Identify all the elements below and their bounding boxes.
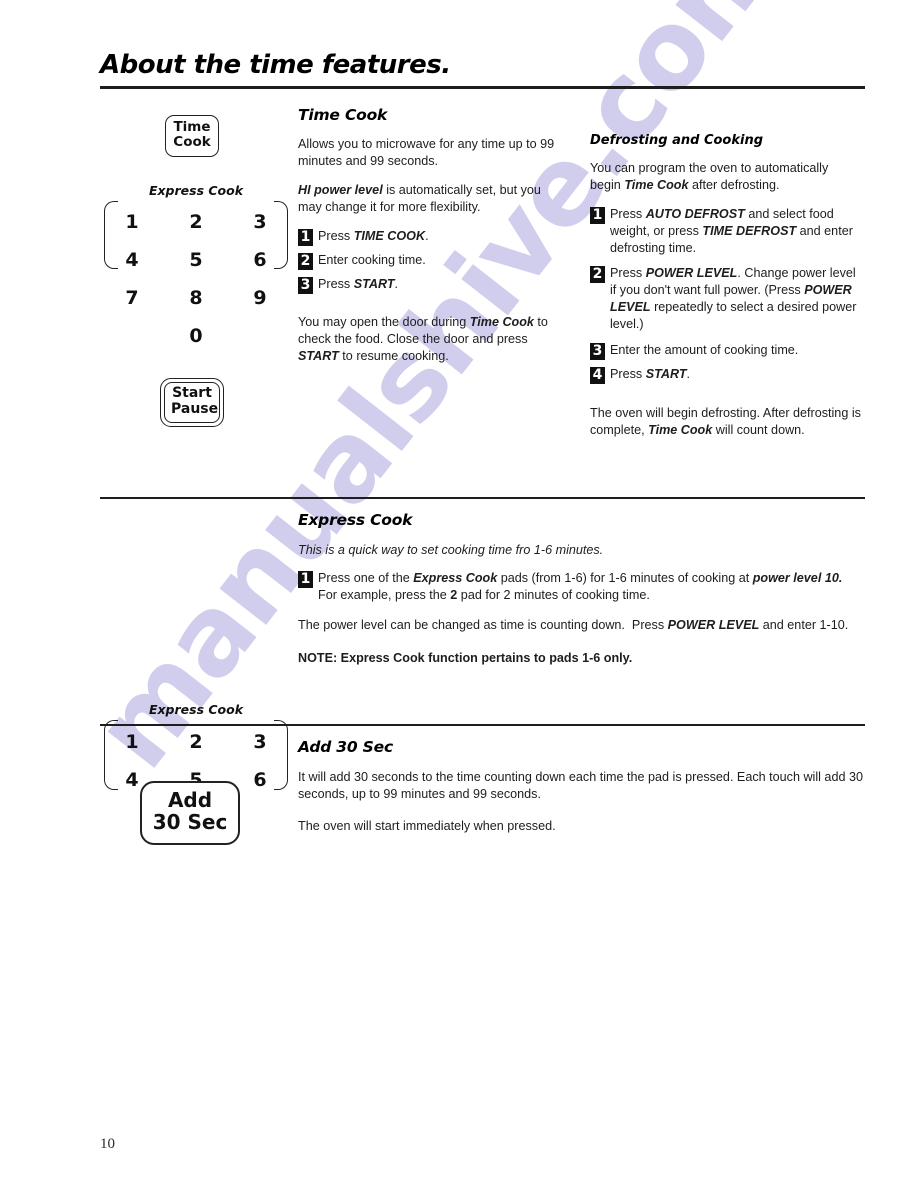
defrosting-step-2: 2 Press POWER LEVEL. Change power level …	[590, 265, 862, 333]
document-page: About the time features. Time Cook Expre…	[0, 0, 918, 1188]
step-number-badge: 1	[298, 571, 313, 589]
step-text: Press POWER LEVEL. Change power level if…	[610, 266, 857, 331]
keypad-key-9[interactable]: 9	[228, 279, 292, 317]
step-text: Press START.	[610, 366, 691, 381]
add-30-sec-pad-graphic[interactable]: Add 30 Sec	[140, 781, 240, 845]
step-number-badge: 2	[590, 266, 605, 284]
section-divider-1	[100, 497, 865, 499]
time-cook-pad-graphic[interactable]: Time Cook	[165, 115, 219, 158]
time-cook-paragraph-2: HI power level is automatically set, but…	[298, 182, 541, 215]
add-30-sec-paragraph-2: The oven will start immediately when pre…	[298, 818, 556, 833]
step-number-badge: 1	[298, 228, 313, 246]
section-heading-time-cook: Time Cook	[298, 106, 388, 124]
section-heading-add-30-sec: Add 30 Sec	[298, 738, 393, 756]
start-pause-pad-graphic[interactable]: Start Pause	[160, 378, 224, 428]
step-number-badge: 1	[590, 206, 605, 224]
express-cook-bracket-label: Express Cook	[148, 702, 244, 717]
express-key-2[interactable]: 2	[164, 723, 228, 761]
express-cook-bracket-left	[104, 201, 118, 269]
section-defrosting-and-cooking: Defrosting and Cooking You can program t…	[590, 133, 862, 451]
keypad-row: 0	[100, 317, 292, 355]
keypad-key-5[interactable]: 5	[164, 241, 228, 279]
keypad-key-blank-right	[228, 317, 292, 355]
section-heading-express-cook: Express Cook	[298, 511, 413, 529]
keypad-key-2[interactable]: 2	[164, 203, 228, 241]
express-cook-step-1: 1 Press one of the Express Cook pads (fr…	[298, 570, 863, 604]
keypad-key-7[interactable]: 7	[100, 279, 164, 317]
step-number-badge: 4	[590, 366, 605, 384]
step-number-badge: 3	[298, 276, 313, 294]
step-text: Press START.	[318, 276, 399, 291]
keypad-key-8[interactable]: 8	[164, 279, 228, 317]
express-cook-note: NOTE: Express Cook function pertains to …	[298, 650, 633, 665]
page-number: 10	[100, 1136, 115, 1152]
section-express-cook: Express Cook This is a quick way to set …	[298, 511, 863, 678]
express-cook-bracket-right	[274, 201, 288, 269]
defrosting-closing: The oven will begin defrosting. After de…	[590, 405, 861, 438]
step-text: Enter the amount of cooking time.	[610, 342, 799, 357]
time-cook-pad-line1: Time	[173, 119, 211, 135]
keypad-row: 7 8 9	[100, 279, 292, 317]
keypad-row: 1 2 3	[100, 203, 292, 241]
keypad-row: 1 2 3	[100, 723, 292, 761]
defrosting-step-4: 4 Press START.	[590, 366, 862, 384]
express-cook-bracket-label: Express Cook	[148, 183, 244, 198]
step-text: Press one of the Express Cook pads (from…	[318, 571, 846, 603]
header-rule	[100, 86, 865, 89]
step-text: Press AUTO DEFROST and select food weigh…	[610, 206, 853, 255]
add-30-sec-pad-line2: 30 Sec	[152, 810, 228, 835]
section-time-cook: Time Cook Allows you to microwave for an…	[298, 106, 566, 377]
defrosting-step-3: 3 Enter the amount of cooking time.	[590, 342, 862, 360]
step-number-badge: 2	[298, 252, 313, 270]
time-cook-pad-line2: Cook	[173, 134, 211, 151]
defrosting-intro: You can program the oven to automaticall…	[590, 161, 829, 193]
section-divider-2	[100, 724, 865, 726]
number-keypad-graphic[interactable]: Express Cook 1 2 3 4 5 6 7 8 9 0	[100, 183, 292, 355]
page-title: About the time features.	[100, 50, 451, 80]
add-30-sec-pad-line1: Add	[167, 788, 213, 812]
express-cook-body: The power level can be changed as time i…	[298, 618, 849, 633]
time-cook-step-1: 1 Press TIME COOK.	[298, 228, 566, 246]
express-cook-intro: This is a quick way to set cooking time …	[298, 543, 604, 557]
start-pause-pad-line1: Start	[172, 385, 212, 401]
time-cook-closing: You may open the door during Time Cook t…	[298, 314, 548, 364]
step-number-badge: 3	[590, 342, 605, 360]
step-text: Press TIME COOK.	[318, 228, 429, 243]
time-cook-paragraph-1: Allows you to microwave for any time up …	[298, 137, 555, 169]
keypad-row: 4 5 6	[100, 241, 292, 279]
keypad-key-blank-left	[100, 317, 164, 355]
express-cook-bracket-right	[274, 720, 288, 790]
section-add-30-sec: Add 30 Sec It will add 30 seconds to the…	[298, 738, 863, 846]
step-text: Enter cooking time.	[318, 252, 426, 267]
defrosting-step-1: 1 Press AUTO DEFROST and select food wei…	[590, 206, 862, 257]
keypad-key-0[interactable]: 0	[164, 317, 228, 355]
time-cook-step-3: 3 Press START.	[298, 276, 566, 294]
express-cook-bracket-left	[104, 720, 118, 790]
section-heading-defrosting: Defrosting and Cooking	[590, 133, 764, 148]
start-pause-pad-line2: Pause	[171, 400, 219, 417]
add-30-sec-paragraph-1: It will add 30 seconds to the time count…	[298, 770, 863, 802]
time-cook-step-2: 2 Enter cooking time.	[298, 252, 566, 270]
